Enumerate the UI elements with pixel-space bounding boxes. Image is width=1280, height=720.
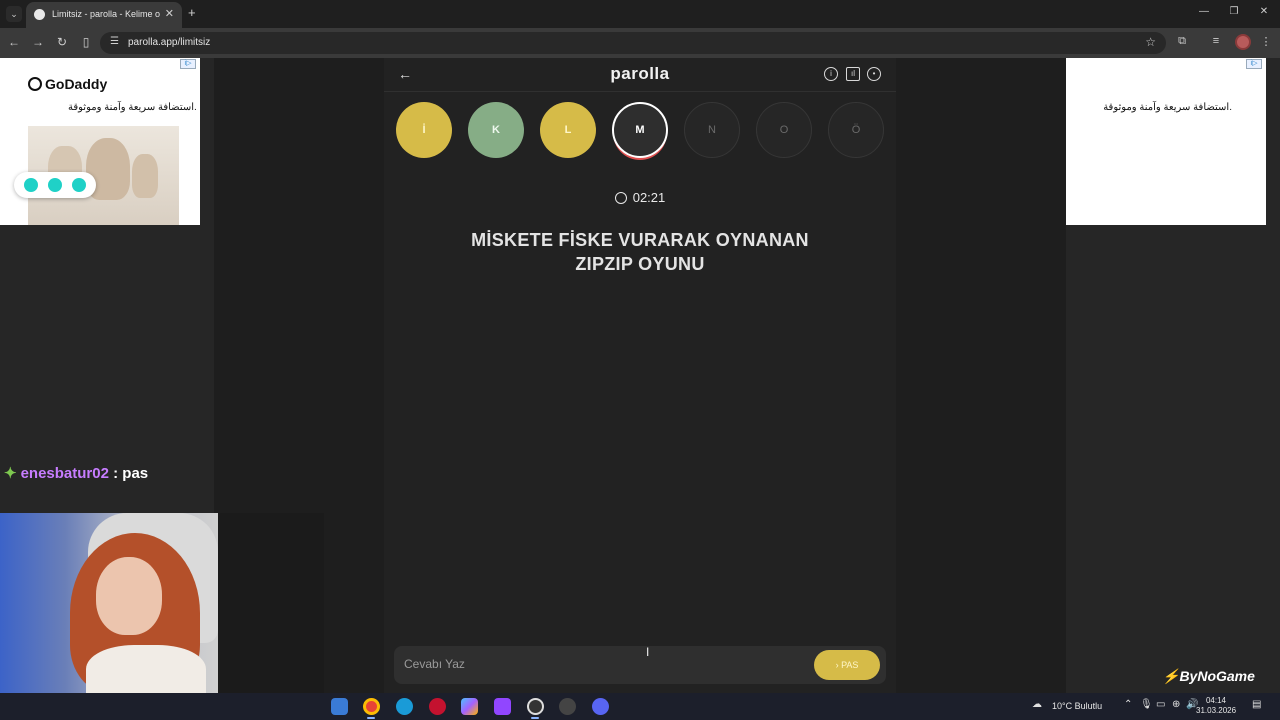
logo-icon: ⚡ — [1162, 668, 1180, 684]
webcam-side-panel — [218, 513, 324, 693]
network-icon[interactable]: ▭ — [1156, 699, 1165, 710]
cloud-icon[interactable]: ☁ — [1032, 699, 1042, 710]
left-ad-banner[interactable]: GoDaddy استضافة سريعة وآمنة وموثوقة. i▷ — [0, 58, 214, 225]
adchoices-icon[interactable]: i▷ — [1246, 59, 1262, 69]
settings-gear-icon[interactable] — [559, 698, 576, 715]
copilot-icon[interactable] — [461, 698, 478, 715]
game-title: parolla — [610, 64, 670, 83]
answer-input[interactable] — [404, 657, 794, 671]
chevron-up-icon[interactable]: ⌃ — [1124, 699, 1132, 710]
reload-icon[interactable]: ↻ — [54, 35, 70, 49]
discord-icon[interactable] — [592, 698, 609, 715]
letter-circle: N — [684, 102, 740, 158]
browser-tab[interactable]: Limitsiz - parolla - Kelime oyunu ✕ — [26, 2, 182, 28]
browser-tab-bar: ⌄ Limitsiz - parolla - Kelime oyunu ✕ + … — [0, 0, 1280, 28]
tab-search-button[interactable]: ⌄ — [6, 6, 22, 22]
game-header: ← parolla i ıl • — [384, 58, 896, 92]
chat-text: : pas — [113, 465, 149, 482]
letter-circle: O — [756, 102, 812, 158]
info-icon[interactable]: i — [824, 67, 838, 81]
text-cursor-icon: I — [646, 645, 650, 659]
twitch-icon[interactable] — [494, 698, 511, 715]
godaddy-logo-icon — [28, 77, 42, 91]
game-panel: ← parolla i ıl • İKLMNOÖ 02:21 MİSKETE F… — [384, 58, 896, 693]
profile-icon[interactable]: • — [867, 67, 881, 81]
chat-message: ✦ enesbatur02 : pas — [4, 464, 148, 482]
opera-icon[interactable] — [429, 698, 446, 715]
address-bar[interactable]: ☰ parolla.app/limitsiz ☆ — [100, 32, 1166, 54]
ad-tagline: استضافة سريعة وآمنة وموثوقة. — [1103, 102, 1232, 113]
chevron-right-icon: › — [835, 660, 839, 670]
app-icon — [24, 178, 38, 192]
profile-avatar[interactable] — [1235, 34, 1251, 50]
tab-title: Limitsiz - parolla - Kelime oyunu — [52, 9, 160, 19]
edge-icon[interactable] — [396, 698, 413, 715]
forward-nav-icon[interactable]: → — [30, 35, 46, 49]
question-line: ZIPZIP OYUNU — [575, 254, 705, 274]
split-view-icon[interactable]: ▯ — [78, 35, 94, 49]
microphone-icon[interactable]: 🎙 — [1140, 699, 1153, 710]
close-window-icon[interactable]: ✕ — [1254, 6, 1274, 17]
adchoices-icon[interactable]: i▷ — [180, 59, 196, 69]
site-info-icon[interactable]: ☰ — [110, 36, 119, 47]
tab-favicon-icon — [34, 9, 45, 20]
app-icon — [48, 178, 62, 192]
obs-icon[interactable] — [527, 698, 544, 715]
new-tab-icon[interactable]: + — [188, 5, 196, 20]
stats-icon[interactable]: ıl — [846, 67, 860, 81]
close-tab-icon[interactable]: ✕ — [165, 7, 174, 20]
timer-value: 02:21 — [632, 190, 666, 205]
chat-username: enesbatur02 — [20, 465, 109, 482]
chrome-icon[interactable] — [363, 698, 380, 715]
menu-icon[interactable]: ⋮ — [1258, 35, 1274, 48]
extensions-icon[interactable]: ⧉ — [1174, 35, 1190, 48]
app-icon — [72, 178, 86, 192]
letter-circle: K — [468, 102, 524, 158]
vpn-icon[interactable]: ⊕ — [1172, 699, 1180, 710]
clock[interactable]: 04:14 31.03.2026 — [1196, 696, 1236, 716]
letter-circle: Ö — [828, 102, 884, 158]
maximize-icon[interactable]: ❐ — [1224, 6, 1244, 17]
question-line: MİSKETE FİSKE VURARAK OYNANAN — [471, 230, 809, 250]
letter-circle: M — [612, 102, 668, 158]
windows-taskbar: ☁ 10°C Bulutlu ⌃ 🎙 ▭ ⊕ 🔊 04:14 31.03.202… — [0, 693, 1280, 720]
clock-time: 04:14 — [1205, 696, 1227, 705]
sparkle-icon: ✦ — [4, 465, 17, 482]
right-ad-banner[interactable]: استضافة سريعة وآمنة وموثوقة. i▷ — [1066, 58, 1280, 225]
letter-circle: İ — [396, 102, 452, 158]
ad-brand-logo: GoDaddy — [28, 76, 107, 92]
question-text: MİSKETE FİSKE VURARAK OYNANAN ZIPZIP OYU… — [424, 228, 856, 276]
browser-toolbar: ← → ↻ ▯ ☰ parolla.app/limitsiz ☆ ⧉ ≡ ⋮ — [0, 28, 1280, 58]
stream-watermark: ⚡ByNoGame — [1162, 668, 1255, 684]
weather-text[interactable]: 10°C Bulutlu — [1052, 701, 1102, 711]
pass-button[interactable]: › PAS — [814, 650, 880, 680]
url-text[interactable]: parolla.app/limitsiz — [128, 37, 210, 48]
ad-app-icons — [14, 172, 96, 198]
answer-bar: › PAS — [394, 646, 886, 684]
notification-icon[interactable]: ▤ — [1252, 699, 1261, 710]
ad-tagline: استضافة سريعة وآمنة وموثوقة. — [68, 102, 197, 113]
timer: 02:21 — [384, 190, 896, 205]
bookmark-star-icon[interactable]: ☆ — [1145, 35, 1156, 49]
minimize-icon[interactable]: — — [1194, 6, 1214, 17]
right-sidebar: استضافة سريعة وآمنة وموثوقة. i▷ — [1066, 58, 1280, 693]
clock-icon — [614, 192, 627, 204]
clock-date: 31.03.2026 — [1196, 706, 1237, 715]
vase-image — [132, 154, 158, 198]
app-store-icon[interactable] — [331, 698, 348, 715]
reading-list-icon[interactable]: ≡ — [1208, 35, 1224, 47]
letter-circle: L — [540, 102, 596, 158]
back-nav-icon[interactable]: ← — [6, 35, 22, 49]
webcam-feed — [0, 513, 218, 693]
